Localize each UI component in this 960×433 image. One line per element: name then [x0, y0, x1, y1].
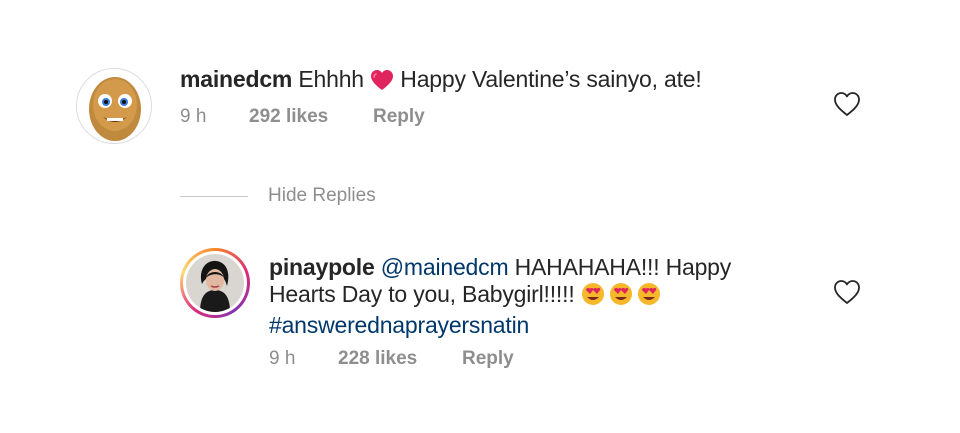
- hashtag-link[interactable]: #answerednaprayersnatin: [269, 312, 529, 338]
- avatar[interactable]: [180, 248, 250, 318]
- comment-likes[interactable]: 292 likes: [249, 106, 373, 128]
- comment-text: mainedcm Ehhhh Happy Valentine’s sainyo,…: [180, 66, 702, 97]
- like-heart-icon[interactable]: [833, 91, 861, 117]
- comment-meta: 9 h 292 likes Reply: [180, 106, 425, 128]
- mention-link[interactable]: @mainedcm: [381, 254, 509, 280]
- reply-body-line2: Hearts Day to you, Babygirl!!!!!: [269, 281, 575, 307]
- heart-eyes-face-icon: [581, 282, 663, 312]
- reply-time: 9 h: [269, 348, 296, 369]
- reply-username[interactable]: pinaypole: [269, 254, 375, 280]
- like-heart-icon[interactable]: [833, 279, 861, 305]
- reply-text: pinaypole @mainedcm HAHAHAHA!!! Happy He…: [269, 254, 749, 339]
- hide-replies-label: Hide Replies: [268, 185, 376, 206]
- reply-meta: 9 h 228 likes Reply: [269, 348, 514, 370]
- reply-likes[interactable]: 228 likes: [338, 348, 462, 370]
- reply-button[interactable]: Reply: [462, 348, 514, 370]
- potato-face-avatar-icon: [77, 69, 151, 143]
- red-heart-icon: [370, 69, 394, 97]
- comment-time: 9 h: [180, 106, 207, 127]
- reply-button[interactable]: Reply: [373, 106, 425, 128]
- comment-body-after: Happy Valentine’s sainyo, ate!: [400, 66, 702, 92]
- comment-username[interactable]: mainedcm: [180, 66, 292, 92]
- avatar[interactable]: [76, 68, 152, 144]
- woman-portrait-avatar-icon: [186, 254, 244, 312]
- divider-line: [180, 195, 248, 197]
- comment-body-before: Ehhhh: [298, 66, 364, 92]
- hide-replies-toggle[interactable]: Hide Replies: [180, 185, 376, 207]
- reply-body-line1: HAHAHAHA!!! Happy: [514, 254, 732, 280]
